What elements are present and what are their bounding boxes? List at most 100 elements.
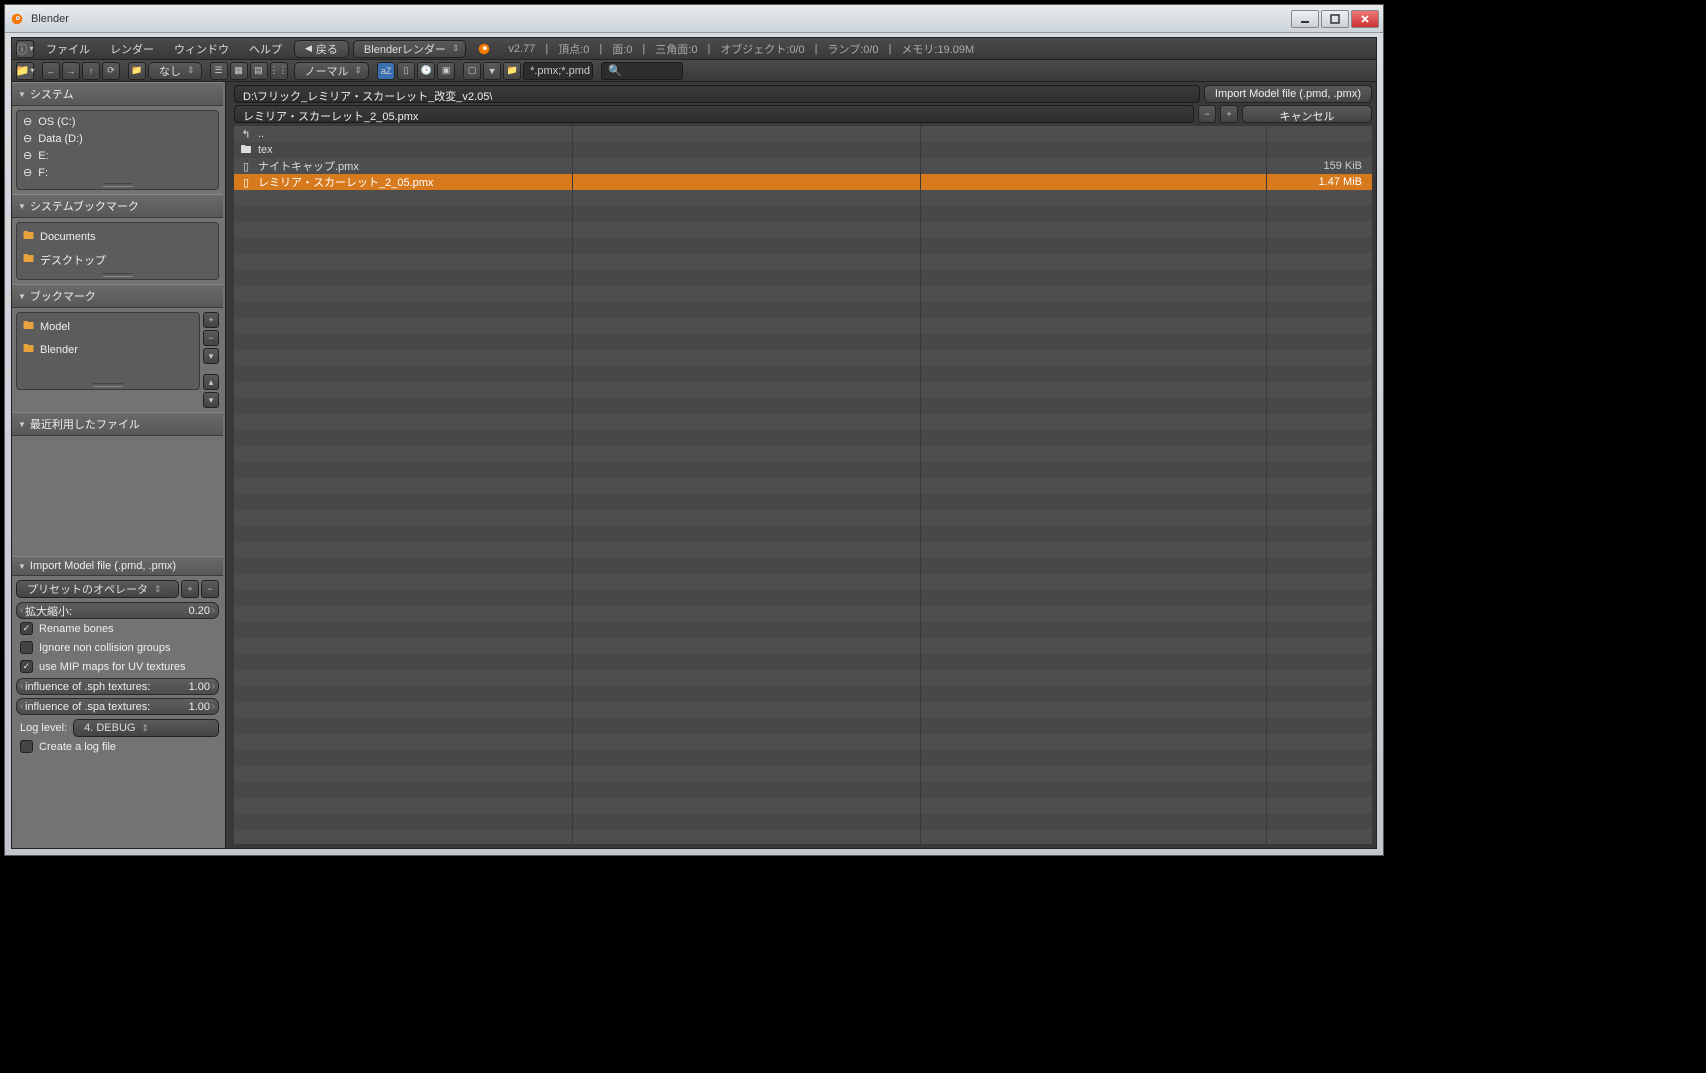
loglevel-label: Log level: bbox=[16, 722, 67, 734]
file-row[interactable]: ↰.. bbox=[234, 126, 1372, 142]
spa-influence-field[interactable]: influence of .spa textures:1.00 bbox=[16, 698, 219, 715]
blender-icon bbox=[9, 11, 25, 27]
filter-glob-field[interactable]: *.pmx;*.pmd bbox=[523, 62, 593, 80]
bookmark-movedown-button[interactable]: ▾ bbox=[203, 392, 219, 408]
bookmark-menu-button[interactable]: ▾ bbox=[203, 348, 219, 364]
preset-add-button[interactable]: + bbox=[181, 580, 199, 598]
volume-item[interactable]: ⊖Data (D:) bbox=[17, 130, 218, 147]
empty-row bbox=[234, 478, 1372, 494]
file-row[interactable]: ▯レミリア・スカーレット_2_05.pmx1.47 MiB bbox=[234, 174, 1372, 190]
menu-file[interactable]: ファイル bbox=[38, 39, 98, 59]
decrement-button[interactable]: − bbox=[1198, 105, 1216, 123]
render-engine-select[interactable]: Blenderレンダー bbox=[353, 40, 466, 58]
bookmark-item[interactable]: 🖿Documents bbox=[17, 225, 218, 248]
filename-input[interactable]: レミリア・スカーレット_2_05.pmx bbox=[234, 105, 1194, 123]
filter-toggle-icon[interactable]: ▼ bbox=[483, 62, 501, 80]
increment-button[interactable]: + bbox=[1220, 105, 1238, 123]
new-folder-icon[interactable]: 📁 bbox=[128, 62, 146, 80]
empty-row bbox=[234, 574, 1372, 590]
displaymode-long-icon[interactable]: ⋮⋮ bbox=[270, 62, 288, 80]
panel-bookmark-header[interactable]: ▼ブックマーク bbox=[12, 284, 223, 308]
close-button[interactable] bbox=[1351, 10, 1379, 28]
menu-render[interactable]: レンダー bbox=[102, 39, 162, 59]
filter-folder-icon[interactable]: 📁 bbox=[503, 62, 521, 80]
volume-item[interactable]: ⊖OS (C:) bbox=[17, 113, 218, 130]
status-lamps: ランプ:0/0 bbox=[828, 41, 879, 57]
loglevel-select[interactable]: 4. DEBUG bbox=[73, 719, 219, 737]
file-size: 159 KiB bbox=[1323, 160, 1366, 172]
displaymode-short-icon[interactable]: ▦ bbox=[230, 62, 248, 80]
status-sep: | bbox=[545, 43, 548, 55]
resize-grip[interactable] bbox=[103, 273, 133, 277]
empty-row bbox=[234, 494, 1372, 510]
empty-row bbox=[234, 798, 1372, 814]
empty-row bbox=[234, 222, 1372, 238]
search-field[interactable]: 🔍 bbox=[601, 62, 683, 80]
bookmark-moveup-button[interactable]: ▴ bbox=[203, 374, 219, 390]
volume-item[interactable]: ⊖E: bbox=[17, 147, 218, 164]
sph-influence-field[interactable]: influence of .sph textures:1.00 bbox=[16, 678, 219, 695]
sort-ext-icon[interactable]: ▯ bbox=[397, 62, 415, 80]
volume-item[interactable]: ⊖F: bbox=[17, 164, 218, 181]
ignore-collision-checkbox[interactable]: Ignore non collision groups bbox=[16, 638, 219, 657]
empty-row bbox=[234, 606, 1372, 622]
parent-dir-icon: ↰ bbox=[240, 128, 252, 140]
mipmap-checkbox[interactable]: ✓use MIP maps for UV textures bbox=[16, 657, 219, 676]
nav-refresh-icon[interactable]: ⟳ bbox=[102, 62, 120, 80]
scale-field[interactable]: 拡大縮小:0.20 bbox=[16, 602, 219, 619]
empty-row bbox=[234, 302, 1372, 318]
empty-row bbox=[234, 462, 1372, 478]
client-area: ⓘ▾ ファイル レンダー ウィンドウ ヘルプ ◀戻る Blenderレンダー v… bbox=[11, 37, 1377, 849]
nav-back-icon[interactable]: ← bbox=[42, 62, 60, 80]
bookmark-item[interactable]: 🖿Blender bbox=[17, 338, 199, 361]
sort-alpha-icon[interactable]: aZ bbox=[377, 62, 395, 80]
back-button[interactable]: ◀戻る bbox=[294, 40, 349, 58]
show-hidden-icon[interactable]: ▢ bbox=[463, 62, 481, 80]
directory-path-input[interactable]: D:\フリック_レミリア・スカーレット_改変_v2.05\ bbox=[234, 85, 1200, 103]
file-list[interactable]: ↰..🖿tex▯ナイトキャップ.pmx159 KiB▯レミリア・スカーレット_2… bbox=[234, 126, 1372, 844]
panel-sysbookmark-header[interactable]: ▼システムブックマーク bbox=[12, 194, 223, 218]
panel-import-header[interactable]: ▼Import Model file (.pmd, .pmx) bbox=[12, 556, 223, 576]
minimize-button[interactable] bbox=[1291, 10, 1319, 28]
resize-grip[interactable] bbox=[103, 183, 133, 187]
titlebar[interactable]: Blender bbox=[5, 5, 1383, 33]
panel-system-header[interactable]: ▼システム bbox=[12, 82, 223, 106]
filebrowser-editor-icon[interactable]: 📁▾ bbox=[16, 62, 34, 80]
bookmark-item[interactable]: 🖿デスクトップ bbox=[17, 248, 218, 271]
empty-row bbox=[234, 686, 1372, 702]
recursion-select[interactable]: なし bbox=[148, 62, 202, 80]
empty-row bbox=[234, 510, 1372, 526]
file-icon: ▯ bbox=[240, 176, 252, 188]
info-editor-icon[interactable]: ⓘ▾ bbox=[16, 40, 34, 58]
menu-window[interactable]: ウィンドウ bbox=[166, 39, 237, 59]
rename-bones-checkbox[interactable]: ✓Rename bones bbox=[16, 619, 219, 638]
disk-icon: ⊖ bbox=[23, 149, 32, 162]
bookmark-remove-button[interactable]: − bbox=[203, 330, 219, 346]
nav-up-icon[interactable]: ↑ bbox=[82, 62, 100, 80]
empty-row bbox=[234, 702, 1372, 718]
preset-remove-button[interactable]: − bbox=[201, 580, 219, 598]
displaymode-list-icon[interactable]: ☰ bbox=[210, 62, 228, 80]
cancel-button[interactable]: キャンセル bbox=[1242, 105, 1372, 123]
nav-forward-icon[interactable]: → bbox=[62, 62, 80, 80]
menu-help[interactable]: ヘルプ bbox=[241, 39, 290, 59]
file-row[interactable]: ▯ナイトキャップ.pmx159 KiB bbox=[234, 158, 1372, 174]
bookmark-item[interactable]: 🖿Model bbox=[17, 315, 199, 338]
maximize-button[interactable] bbox=[1321, 10, 1349, 28]
create-logfile-checkbox[interactable]: Create a log file bbox=[16, 737, 219, 756]
filebrowser-header: 📁▾ ← → ↑ ⟳ 📁 なし ☰ ▦ ▤ ⋮⋮ ノーマル aZ ▯ 🕓 ▣ ▢… bbox=[12, 60, 1376, 82]
bookmark-add-button[interactable]: + bbox=[203, 312, 219, 328]
import-execute-button[interactable]: Import Model file (.pmd, .pmx) bbox=[1204, 85, 1372, 103]
resize-grip[interactable] bbox=[93, 383, 123, 387]
empty-row bbox=[234, 190, 1372, 206]
preset-select[interactable]: プリセットのオペレータ bbox=[16, 580, 179, 598]
file-row[interactable]: 🖿tex bbox=[234, 142, 1372, 158]
disk-icon: ⊖ bbox=[23, 166, 32, 179]
displaymode-thumb-icon[interactable]: ▤ bbox=[250, 62, 268, 80]
displaysize-select[interactable]: ノーマル bbox=[294, 62, 370, 80]
sort-time-icon[interactable]: 🕓 bbox=[417, 62, 435, 80]
folder-icon: 🖿 bbox=[23, 250, 34, 269]
empty-row bbox=[234, 350, 1372, 366]
panel-recent-header[interactable]: ▼最近利用したファイル bbox=[12, 412, 223, 436]
sort-size-icon[interactable]: ▣ bbox=[437, 62, 455, 80]
